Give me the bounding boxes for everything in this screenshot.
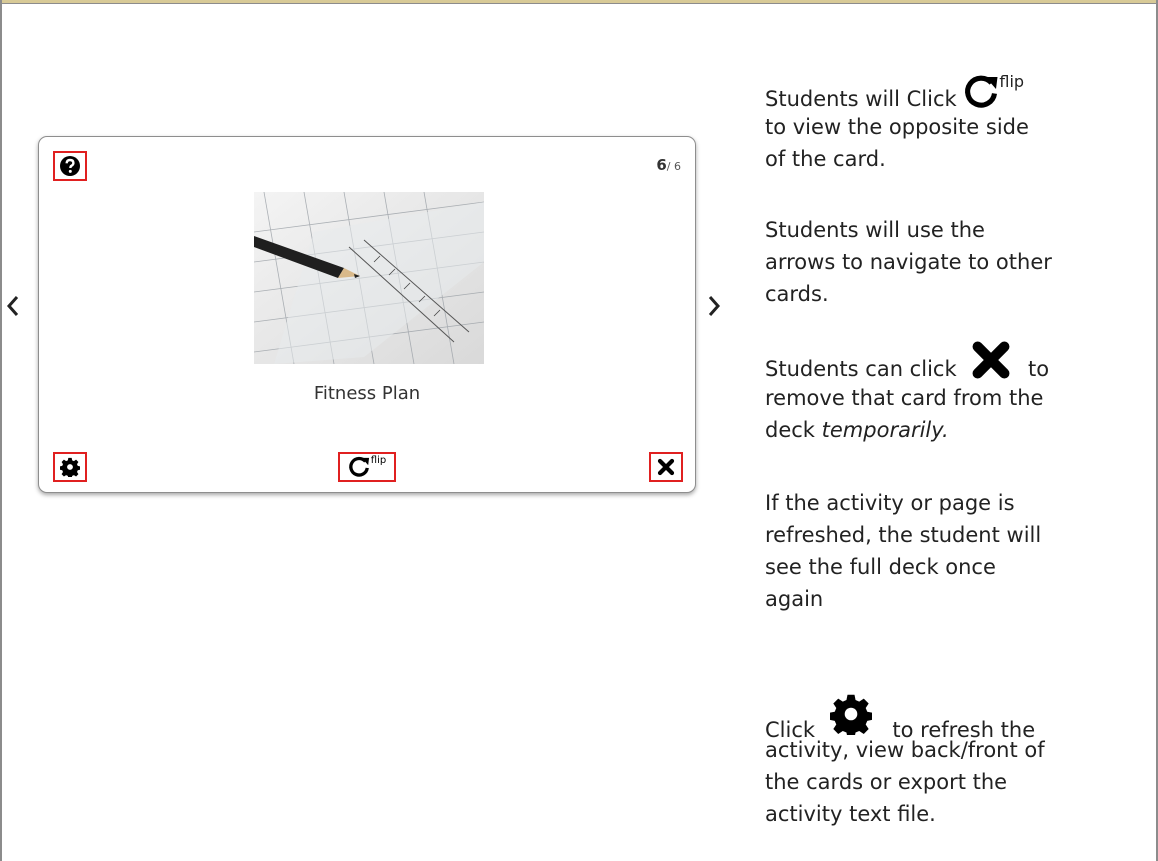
- flip-icon-inline: flip: [963, 74, 1024, 110]
- flip-label: flip: [370, 455, 387, 466]
- help-button[interactable]: [53, 151, 87, 181]
- next-card-button[interactable]: [704, 294, 724, 324]
- rotate-icon: [349, 456, 369, 477]
- chevron-right-icon: [708, 296, 721, 316]
- flashcard: 6/ 6 Fitness Plan flip: [38, 136, 696, 493]
- instruction-nav-line3: cards.: [765, 282, 829, 306]
- instruction-flip-line1: Students will Click flip: [765, 74, 1024, 114]
- instruction-settings-line2: activity, view back/front of: [765, 738, 1045, 762]
- counter-current: 6: [656, 156, 667, 174]
- instruction-flip-line3: of the card.: [765, 147, 886, 171]
- instruction-flip-line2: to view the opposite side: [765, 115, 1029, 139]
- instruction-refresh-line2: refreshed, the student will: [765, 523, 1042, 547]
- remove-card-button[interactable]: [649, 452, 683, 482]
- close-icon: [972, 341, 1010, 379]
- instruction-remove-temporarily: temporarily.: [821, 418, 949, 442]
- instruction-refresh-line1: If the activity or page is: [765, 491, 1015, 515]
- instruction-remove-text: Students can click: [765, 357, 957, 381]
- instruction-remove-line1: Students can click to: [765, 340, 1049, 384]
- flip-button[interactable]: flip: [338, 452, 396, 482]
- instruction-refresh-line3: see the full deck once: [765, 555, 996, 579]
- instruction-settings-line4: activity text file.: [765, 802, 936, 826]
- previous-card-button[interactable]: [3, 294, 23, 324]
- counter-total: / 6: [666, 160, 681, 173]
- gear-icon: [60, 457, 80, 477]
- instruction-settings-line3: the cards or export the: [765, 770, 1008, 794]
- settings-button[interactable]: [53, 452, 87, 482]
- flip-icon-label: flip: [999, 72, 1025, 91]
- instruction-nav-line2: arrows to navigate to other: [765, 250, 1052, 274]
- close-icon: [657, 458, 675, 476]
- card-title: Fitness Plan: [313, 383, 421, 404]
- frame-left-border: [0, 0, 2, 861]
- instruction-refresh-line4: again: [765, 587, 824, 611]
- gear-icon: [829, 694, 873, 738]
- pencil-and-ruler-photo: [254, 192, 484, 364]
- question-circle-icon: [60, 156, 80, 176]
- rotate-icon: [965, 75, 998, 108]
- card-image: [254, 192, 484, 364]
- instruction-remove-line3: deck temporarily.: [765, 415, 949, 445]
- instruction-nav-line1: Students will use the: [765, 218, 985, 242]
- instruction-remove-deck: deck: [765, 418, 815, 442]
- frame-top-border: [0, 3, 1158, 4]
- chevron-left-icon: [6, 296, 19, 316]
- instruction-flip-text: Students will Click: [765, 87, 957, 111]
- instruction-remove-to: to: [1027, 357, 1050, 381]
- card-counter: 6/ 6: [656, 156, 681, 174]
- instruction-remove-line2: remove that card from the: [765, 386, 1044, 410]
